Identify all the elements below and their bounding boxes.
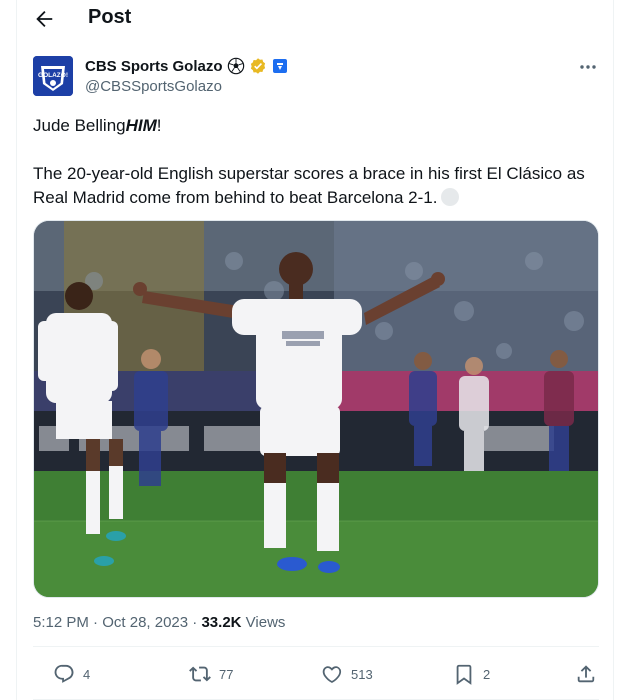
repost-count: 77: [219, 666, 234, 682]
meta-separator: ·: [93, 614, 103, 631]
post-time[interactable]: 5:12 PM: [33, 614, 89, 631]
like-button[interactable]: 513: [321, 663, 373, 685]
display-name-row: CBS Sports Golazo: [85, 56, 289, 76]
tweet-text-part2: The 20-year-old English superstar scores…: [33, 164, 585, 207]
repost-icon: [189, 666, 211, 682]
tweet-line-1: Jude BellingHIM!: [33, 114, 605, 138]
author-handle[interactable]: @CBSSportsGolazo: [85, 78, 289, 95]
tweet-text-emphasis: HIM: [125, 116, 157, 135]
like-count: 513: [351, 666, 373, 682]
divider: [33, 646, 599, 647]
share-icon: [577, 665, 595, 683]
author-row: GOLAZO! CBS Sports Golazo @CBSSportsGola…: [33, 56, 599, 98]
reply-button[interactable]: 4: [53, 663, 90, 685]
tweet-text: Jude BellingHIM! The 20-year-old English…: [33, 114, 605, 210]
views-count: 33.2K: [201, 614, 242, 631]
avatar-logo-text: GOLAZO!: [38, 72, 68, 79]
tweet-text-part1-end: !: [156, 116, 162, 135]
repost-button[interactable]: 77: [189, 663, 233, 685]
display-name[interactable]: CBS Sports Golazo: [85, 58, 223, 75]
like-icon: [322, 666, 342, 683]
bookmark-icon: [456, 664, 472, 685]
post-meta: 5:12 PM · Oct 28, 2023 · 33.2K Views: [33, 614, 285, 631]
top-bar: Post: [17, 0, 613, 40]
tweet-line-2: The 20-year-old English superstar scores…: [33, 162, 605, 210]
bookmark-count: 2: [483, 666, 491, 682]
share-button[interactable]: [575, 663, 597, 685]
back-arrow-icon[interactable]: [33, 8, 55, 30]
action-bar: 4 77 513 2: [33, 655, 599, 695]
views-label: Views: [245, 614, 286, 631]
avatar[interactable]: GOLAZO!: [33, 56, 73, 96]
affiliate-badge-icon[interactable]: [271, 57, 289, 75]
soccer-ball-icon: [227, 57, 245, 75]
tweet-photo[interactable]: [33, 220, 599, 598]
more-icon[interactable]: [577, 58, 599, 76]
post-date[interactable]: Oct 28, 2023: [102, 614, 188, 631]
emoji-icon: [441, 188, 460, 206]
page-title: Post: [88, 6, 132, 28]
post-view: Post GOLAZO! CBS Sports Golazo @CBSSport…: [16, 0, 614, 700]
author-names: CBS Sports Golazo @CBSSportsGolazo: [85, 56, 289, 95]
reply-icon: [54, 664, 74, 683]
reply-count: 4: [83, 666, 91, 682]
tweet-text-part1: Jude Belling: [33, 116, 126, 135]
bookmark-button[interactable]: 2: [453, 663, 490, 685]
verified-badge-icon[interactable]: [249, 57, 267, 75]
